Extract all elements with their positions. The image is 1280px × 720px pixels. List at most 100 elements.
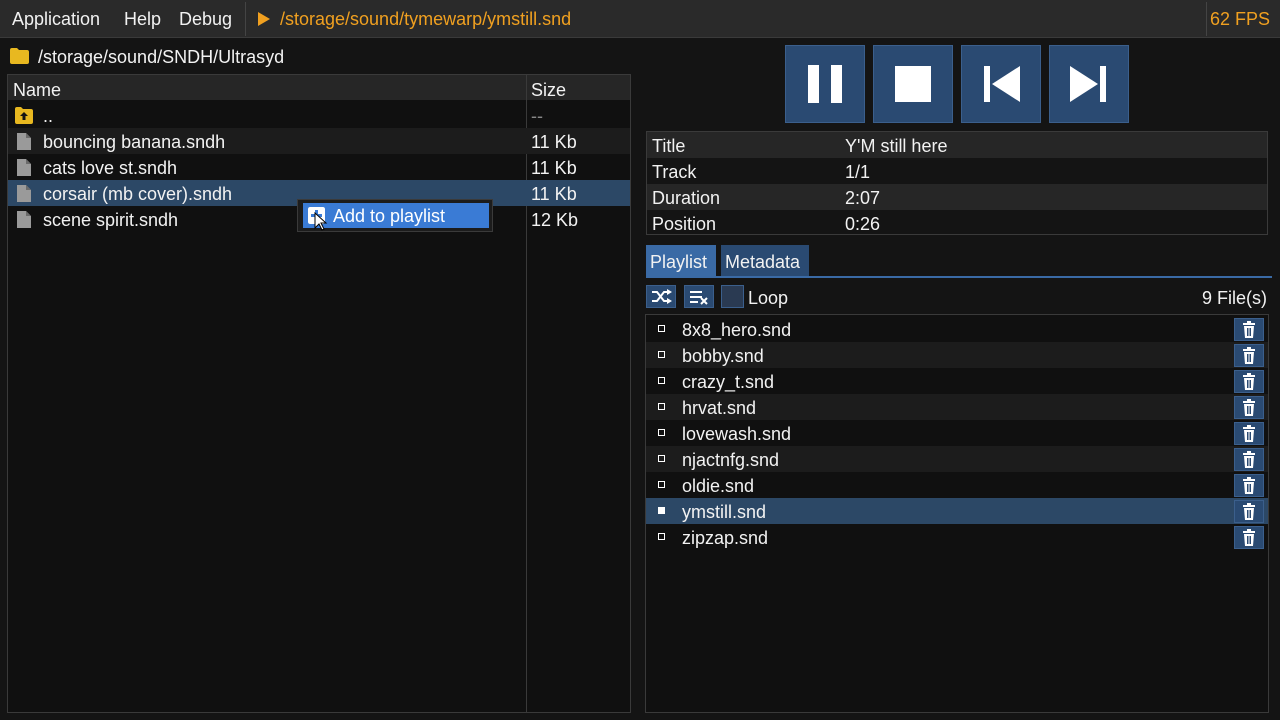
info-key: Position bbox=[652, 214, 717, 234]
column-header-size[interactable]: Size bbox=[531, 80, 566, 101]
trash-icon bbox=[1243, 373, 1255, 390]
delete-button[interactable] bbox=[1234, 474, 1264, 497]
previous-button[interactable] bbox=[961, 45, 1041, 123]
trash-icon bbox=[1243, 451, 1255, 468]
delete-button[interactable] bbox=[1234, 448, 1264, 471]
playlist-item-name: oldie.snd bbox=[682, 476, 755, 496]
playlist-item-playing[interactable]: ymstill.snd bbox=[646, 498, 1268, 524]
pause-icon bbox=[808, 65, 842, 103]
playlist-item[interactable]: lovewash.snd bbox=[646, 420, 1268, 446]
trash-icon bbox=[1243, 321, 1255, 338]
bullet-icon bbox=[658, 377, 665, 384]
next-button[interactable] bbox=[1049, 45, 1129, 123]
delete-button[interactable] bbox=[1234, 526, 1264, 549]
playlist-item-name: njactnfg.snd bbox=[682, 450, 780, 470]
next-icon bbox=[1070, 66, 1106, 102]
delete-button[interactable] bbox=[1234, 500, 1264, 523]
file-size: -- bbox=[531, 106, 543, 126]
file-browser-table: Name Size .. -- bouncing banana.sndh 11 … bbox=[7, 74, 631, 713]
info-row-duration: Duration 2:07 bbox=[647, 184, 1267, 210]
playlist-item-name: ymstill.snd bbox=[682, 502, 767, 522]
folder-icon bbox=[10, 48, 29, 64]
tab-underline bbox=[646, 276, 1272, 278]
trash-icon bbox=[1243, 477, 1255, 494]
playlist-item-name: 8x8_hero.snd bbox=[682, 320, 792, 340]
file-size: 12 Kb bbox=[531, 210, 579, 230]
stop-button[interactable] bbox=[873, 45, 953, 123]
delete-button[interactable] bbox=[1234, 318, 1264, 341]
menu-help[interactable]: Help bbox=[124, 9, 161, 30]
delete-button[interactable] bbox=[1234, 422, 1264, 445]
info-value: Y'M still here bbox=[845, 136, 948, 156]
table-header: Name Size bbox=[8, 75, 630, 100]
file-icon bbox=[17, 133, 31, 150]
trash-icon bbox=[1243, 503, 1255, 520]
menu-application[interactable]: Application bbox=[12, 9, 100, 30]
path-label: /storage/sound/SNDH/Ultrasyd bbox=[38, 47, 285, 67]
delete-button[interactable] bbox=[1234, 344, 1264, 367]
mouse-cursor-icon bbox=[314, 212, 328, 231]
file-icon bbox=[17, 185, 31, 202]
playlist-item-name: hrvat.snd bbox=[682, 398, 757, 418]
playlist-item-name: bobby.snd bbox=[682, 346, 764, 366]
bullet-icon bbox=[658, 325, 665, 332]
info-row-title: Title Y'M still here bbox=[647, 132, 1267, 158]
tab-label: Playlist bbox=[650, 252, 708, 272]
fps-counter: 62 FPS bbox=[1209, 9, 1270, 29]
playlist-item[interactable]: hrvat.snd bbox=[646, 394, 1268, 420]
file-name: cats love st.sndh bbox=[43, 158, 178, 178]
file-row[interactable]: cats love st.sndh 11 Kb bbox=[8, 154, 630, 180]
file-size: 11 Kb bbox=[531, 184, 577, 204]
loop-checkbox[interactable] bbox=[721, 285, 744, 308]
file-name: scene spirit.sndh bbox=[43, 210, 179, 230]
clear-playlist-button[interactable] bbox=[684, 285, 714, 308]
tab-playlist[interactable]: Playlist bbox=[646, 245, 716, 277]
shuffle-icon bbox=[652, 289, 672, 304]
trash-icon bbox=[1243, 529, 1255, 546]
file-size: 11 Kb bbox=[531, 158, 577, 178]
shuffle-button[interactable] bbox=[646, 285, 676, 308]
playlist-item-name: crazy_t.snd bbox=[682, 372, 775, 392]
play-indicator-icon bbox=[258, 12, 270, 26]
info-key: Title bbox=[652, 136, 686, 156]
playlist-item-name: zipzap.snd bbox=[682, 528, 769, 548]
add-to-playlist-menu-item[interactable]: Add to playlist bbox=[303, 203, 489, 228]
file-row[interactable]: bouncing banana.sndh 11 Kb bbox=[8, 128, 630, 154]
trash-icon bbox=[1243, 425, 1255, 442]
now-playing-path: /storage/sound/tymewarp/ymstill.snd bbox=[280, 9, 572, 29]
file-icon bbox=[17, 159, 31, 176]
bullet-icon bbox=[658, 403, 665, 410]
pause-button[interactable] bbox=[785, 45, 865, 123]
menu-divider bbox=[245, 2, 246, 36]
playlist-item[interactable]: njactnfg.snd bbox=[646, 446, 1268, 472]
file-row-parent[interactable]: .. -- bbox=[8, 102, 630, 128]
playlist-item[interactable]: zipzap.snd bbox=[646, 524, 1268, 550]
file-name: bouncing banana.sndh bbox=[43, 132, 226, 152]
bullet-icon bbox=[658, 455, 665, 462]
column-header-name[interactable]: Name bbox=[13, 80, 61, 101]
playlist-item[interactable]: 8x8_hero.snd bbox=[646, 316, 1268, 342]
bullet-icon bbox=[658, 351, 665, 358]
playlist-item-name: lovewash.snd bbox=[682, 424, 792, 444]
info-value: 1/1 bbox=[845, 162, 871, 182]
file-icon bbox=[17, 211, 31, 228]
trash-icon bbox=[1243, 347, 1255, 364]
bullet-icon bbox=[658, 429, 665, 436]
playlist-item[interactable]: crazy_t.snd bbox=[646, 368, 1268, 394]
loop-label: Loop bbox=[748, 288, 789, 308]
context-menu-label: Add to playlist bbox=[333, 206, 446, 226]
info-value: 2:07 bbox=[845, 188, 881, 208]
menu-bar: Application Help Debug /storage/sound/ty… bbox=[0, 0, 1280, 38]
delete-button[interactable] bbox=[1234, 396, 1264, 419]
bullet-icon bbox=[658, 533, 665, 540]
info-value: 0:26 bbox=[845, 214, 881, 234]
playlist-list: 8x8_hero.snd bobby.snd crazy_t.snd hrvat… bbox=[645, 314, 1269, 713]
info-row-track: Track 1/1 bbox=[647, 158, 1267, 184]
delete-button[interactable] bbox=[1234, 370, 1264, 393]
tab-metadata[interactable]: Metadata bbox=[721, 245, 809, 277]
file-size: 11 Kb bbox=[531, 132, 577, 152]
menu-debug[interactable]: Debug bbox=[179, 9, 232, 30]
clear-list-icon bbox=[690, 291, 708, 305]
playlist-item[interactable]: oldie.snd bbox=[646, 472, 1268, 498]
playlist-item[interactable]: bobby.snd bbox=[646, 342, 1268, 368]
